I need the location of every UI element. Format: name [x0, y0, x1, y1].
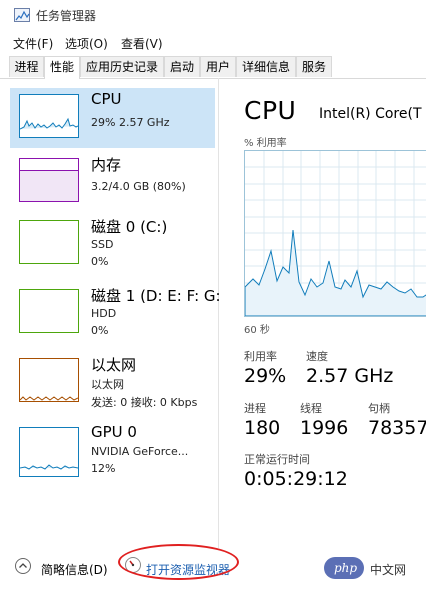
- menu-view[interactable]: 查看(V): [121, 35, 163, 52]
- cpu-thumbnail-graph: [19, 94, 79, 138]
- menu-bar: [0, 31, 426, 53]
- tab-bar: 进程 性能 应用历史记录 启动 用户 详细信息 服务: [0, 56, 426, 79]
- menu-file[interactable]: 文件(F): [13, 35, 53, 52]
- sidebar-item-memory[interactable]: 内存 3.2/4.0 GB (80%): [10, 152, 215, 212]
- tab-users[interactable]: 用户: [200, 56, 236, 77]
- memory-thumbnail-graph: [19, 158, 79, 202]
- tab-app-history[interactable]: 应用历史记录: [80, 56, 164, 77]
- cpu-model-name: Intel(R) Core(T: [319, 106, 422, 122]
- uptime-value: 0:05:29:12: [244, 468, 348, 490]
- processes-label: 进程: [244, 402, 266, 415]
- sidebar-item-ethernet[interactable]: 以太网 以太网 发送: 0 接收: 0 Kbps: [10, 352, 215, 412]
- gpu-label: GPU 0: [91, 423, 137, 441]
- tab-details[interactable]: 详细信息: [236, 56, 296, 77]
- memory-summary: 3.2/4.0 GB (80%): [91, 180, 186, 193]
- ethernet-adapter: 以太网: [91, 378, 124, 391]
- threads-value: 1996: [300, 417, 349, 439]
- tab-processes[interactable]: 进程: [9, 56, 44, 77]
- processes-value: 180: [244, 417, 281, 439]
- disk-0-thumbnail-graph: [19, 220, 79, 264]
- utilization-label: 利用率: [244, 350, 277, 363]
- speed-label: 速度: [306, 350, 328, 363]
- ethernet-thumbnail-graph: [19, 358, 79, 402]
- resource-list: CPU 29% 2.57 GHz 内存 3.2/4.0 GB (80%) 磁盘 …: [0, 78, 221, 548]
- handles-value: 78357: [368, 417, 426, 439]
- cpu-label: CPU: [91, 90, 122, 108]
- disk-0-usage: 0%: [91, 255, 109, 268]
- disk-1-type: HDD: [91, 307, 117, 320]
- window-title: 任务管理器: [36, 9, 97, 23]
- speed-value: 2.57 GHz: [306, 365, 394, 387]
- uptime-label: 正常运行时间: [244, 453, 310, 466]
- disk-1-thumbnail-graph: [19, 289, 79, 333]
- time-axis-label: 60 秒: [244, 325, 270, 336]
- sidebar-item-disk-0[interactable]: 磁盘 0 (C:) SSD 0%: [10, 214, 215, 274]
- watermark-php: php: [334, 561, 358, 575]
- threads-label: 线程: [300, 402, 322, 415]
- gpu-usage: 12%: [91, 462, 116, 475]
- tab-performance[interactable]: 性能: [44, 56, 80, 79]
- detail-title: CPU: [244, 96, 297, 125]
- disk-1-usage: 0%: [91, 324, 109, 337]
- handles-label: 句柄: [368, 402, 390, 415]
- tab-startup[interactable]: 启动: [164, 56, 200, 77]
- task-manager-icon: [14, 8, 30, 22]
- watermark-text: 中文网: [370, 563, 407, 577]
- gpu-model: NVIDIA GeForce...: [91, 445, 189, 458]
- chevron-up-icon[interactable]: [15, 558, 31, 574]
- fewer-details-button[interactable]: 简略信息(D): [41, 561, 108, 578]
- sidebar-item-disk-1[interactable]: 磁盘 1 (D: E: F: G: HDD 0%: [10, 283, 221, 343]
- cpu-usage-graph: [244, 150, 426, 317]
- cpu-summary: 29% 2.57 GHz: [91, 116, 170, 129]
- disk-1-label: 磁盘 1 (D: E: F: G:: [91, 287, 221, 305]
- tab-services[interactable]: 服务: [296, 56, 332, 77]
- ethernet-label: 以太网: [91, 356, 137, 374]
- menu-options[interactable]: 选项(O): [65, 35, 108, 52]
- sidebar-item-gpu-0[interactable]: GPU 0 NVIDIA GeForce... 12%: [10, 421, 215, 481]
- utilization-axis-label: % 利用率: [244, 138, 287, 149]
- disk-0-label: 磁盘 0 (C:): [91, 218, 168, 236]
- gpu-thumbnail-graph: [19, 427, 79, 477]
- ethernet-throughput: 发送: 0 接收: 0 Kbps: [91, 396, 198, 409]
- memory-label: 内存: [91, 156, 122, 174]
- sidebar-item-cpu[interactable]: CPU 29% 2.57 GHz: [10, 88, 215, 148]
- annotation-circle: [118, 544, 239, 580]
- disk-0-type: SSD: [91, 238, 114, 251]
- utilization-value: 29%: [244, 365, 287, 387]
